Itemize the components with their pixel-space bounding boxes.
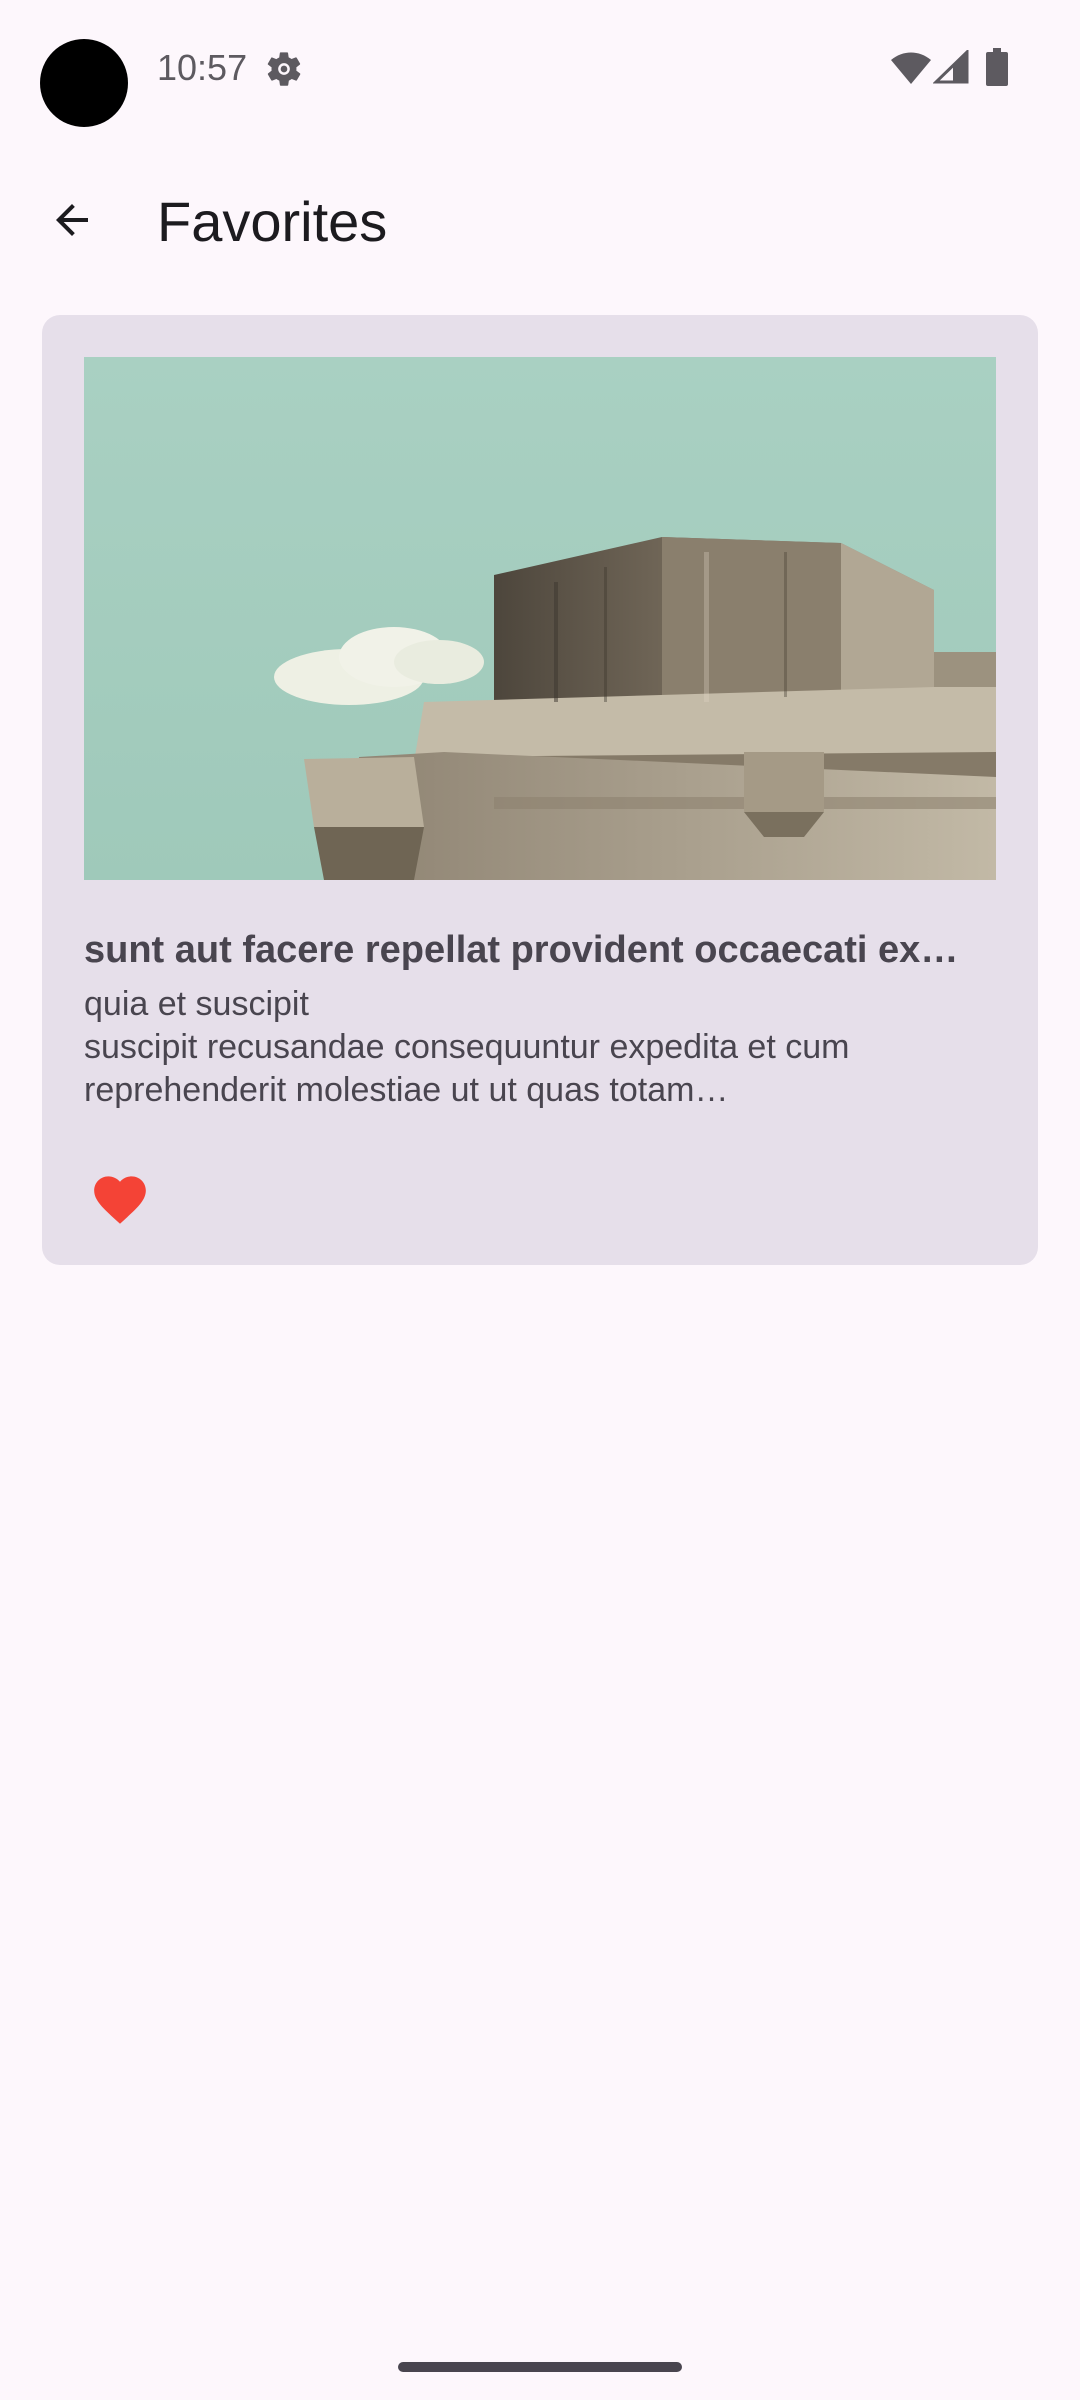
post-body-line: suscipit recusandae consequuntur expedit… <box>84 1028 850 1066</box>
wifi-icon <box>891 52 931 84</box>
cell-signal-icon <box>933 50 969 84</box>
favorite-post-card[interactable]: sunt aut facere repellat provident occae… <box>42 315 1038 1265</box>
post-body-line: reprehenderit molestiae ut ut quas totam… <box>84 1071 729 1109</box>
gear-icon <box>267 52 301 86</box>
camera-cutout <box>40 39 128 127</box>
arrow-back-icon <box>56 204 88 236</box>
status-time: 10:57 <box>157 47 248 88</box>
favorite-toggle-button[interactable] <box>84 1161 156 1233</box>
gesture-nav-handle[interactable] <box>398 2362 682 2372</box>
bunker-photo <box>84 357 996 880</box>
post-body: quia et suscipit suscipit recusandae con… <box>84 983 996 1112</box>
post-title: sunt aut facere repellat provident occae… <box>84 929 959 971</box>
post-image <box>84 357 996 880</box>
battery-icon <box>986 48 1008 86</box>
favorites-screen: 10:57 Favorites sunt aut facere repellat… <box>0 0 1080 2400</box>
status-bar: 10:57 <box>0 0 1080 136</box>
post-body-line: quia et suscipit <box>84 985 309 1023</box>
page-title: Favorites <box>157 190 388 253</box>
top-app-bar: Favorites <box>0 160 1080 280</box>
back-button[interactable] <box>32 180 112 260</box>
heart-icon <box>94 1176 146 1224</box>
